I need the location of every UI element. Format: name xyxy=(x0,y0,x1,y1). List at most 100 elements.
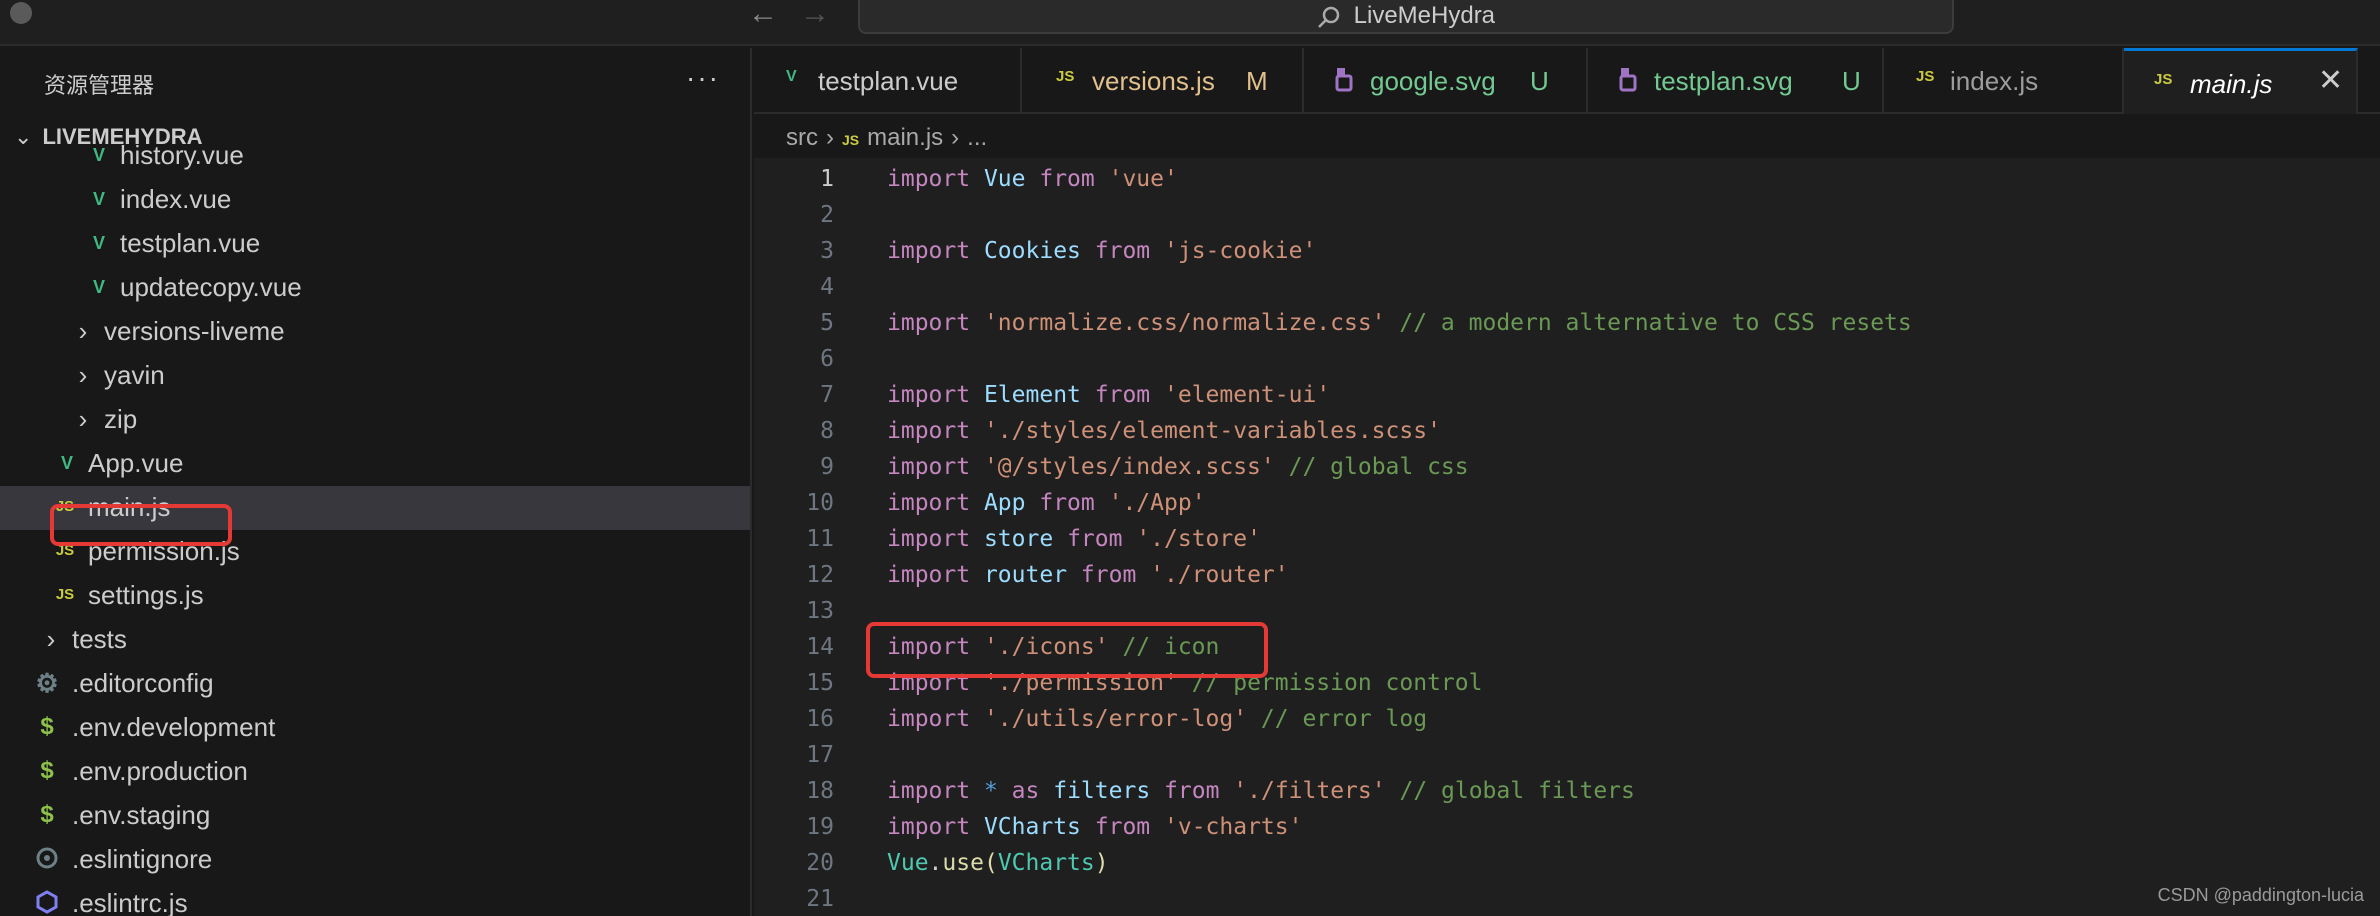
tree-item-label: .eslintignore xyxy=(72,844,213,874)
tab-label: main.js xyxy=(2190,69,2273,99)
code-line: import Cookies from 'js-cookie' xyxy=(887,238,1317,264)
tree-item-testplan-vue[interactable]: V testplan.vue xyxy=(0,222,750,266)
code-editor[interactable]: 1 2 3 4 5 6 7 8 9 10 11 12 13 14 15 16 1… xyxy=(754,158,2380,916)
breadcrumb-folder[interactable]: src xyxy=(786,124,818,151)
tree-item-label: history.vue xyxy=(120,140,244,170)
highlight-box xyxy=(866,622,1268,678)
line-number: 16 xyxy=(806,706,834,732)
title-bar: ← → LiveMeHydra xyxy=(0,0,2380,46)
tree-folder-zip[interactable]: › zip xyxy=(0,398,750,442)
code-line: import Element from 'element-ui' xyxy=(887,382,1331,408)
tree-item-settings-js[interactable]: JS settings.js xyxy=(0,574,750,618)
untracked-badge: U xyxy=(1842,66,1861,96)
line-number: 3 xyxy=(820,238,834,264)
code-line: import VCharts from 'v-charts' xyxy=(887,814,1303,840)
tree-item-label: versions-liveme xyxy=(104,316,285,346)
forward-arrow-icon[interactable]: → xyxy=(800,0,830,29)
tab-main-js[interactable]: JS main.js ✕ xyxy=(2124,48,2358,114)
tree-item-history-vue[interactable]: V history.vue xyxy=(0,134,750,178)
line-number: 12 xyxy=(806,562,834,588)
svg-file-icon xyxy=(1334,66,1360,97)
explorer-title: 资源管理器 xyxy=(44,73,155,98)
tab-index-js[interactable]: JS index.js xyxy=(1884,48,2124,114)
tree-item-env-production[interactable]: $ .env.production xyxy=(0,750,750,794)
vue-icon: V xyxy=(92,145,105,165)
js-icon: JS xyxy=(55,586,75,603)
tab-testplan-vue[interactable]: V testplan.vue xyxy=(754,48,1022,114)
line-number: 1 xyxy=(820,166,834,192)
line-number: 14 xyxy=(806,634,834,660)
chevron-right-icon: › xyxy=(826,124,834,151)
line-number: 18 xyxy=(806,778,834,804)
tree-folder-tests[interactable]: › tests xyxy=(0,618,750,662)
tree-item-updatecopy-vue[interactable]: V updatecopy.vue xyxy=(0,266,750,310)
js-icon: JS xyxy=(1916,68,1935,85)
code-line: import './utils/error-log' // error log xyxy=(887,706,1428,732)
line-number: 19 xyxy=(806,814,834,840)
line-number: 6 xyxy=(820,346,834,372)
tab-versions-js[interactable]: JS versions.js M xyxy=(1022,48,1304,114)
back-arrow-icon[interactable]: ← xyxy=(748,0,778,29)
untracked-badge: U xyxy=(1530,66,1549,96)
code-line: import 'normalize.css/normalize.css' // … xyxy=(887,310,1912,336)
tree-item-label: zip xyxy=(104,404,138,434)
window-control-button[interactable] xyxy=(10,2,32,24)
tree-folder-versions-liveme[interactable]: › versions-liveme xyxy=(0,310,750,354)
line-number: 9 xyxy=(820,454,834,480)
tree-item-label: .env.staging xyxy=(72,800,211,830)
line-number: 7 xyxy=(820,382,834,408)
tab-google-svg[interactable]: google.svg U xyxy=(1304,48,1588,114)
tab-testplan-svg[interactable]: testplan.svg U xyxy=(1588,48,1884,114)
tree-item-label: App.vue xyxy=(88,448,184,478)
breadcrumb-file[interactable]: main.js xyxy=(867,124,943,151)
line-number: 17 xyxy=(806,742,834,768)
search-icon xyxy=(1318,6,1340,28)
tree-item-env-staging[interactable]: $ .env.staging xyxy=(0,794,750,838)
dollar-icon: $ xyxy=(40,713,54,740)
tree-folder-yavin[interactable]: › yavin xyxy=(0,354,750,398)
code-line: import router from './router' xyxy=(887,562,1289,588)
code-line: import store from './store' xyxy=(887,526,1261,552)
tree-item-label: tests xyxy=(72,624,127,654)
tree-item-label: index.vue xyxy=(120,184,232,214)
more-actions-icon[interactable]: ··· xyxy=(686,62,720,94)
chevron-right-icon: › xyxy=(951,124,960,151)
code-line: import Vue from 'vue' xyxy=(887,166,1178,192)
vue-icon: V xyxy=(92,277,105,297)
line-number: 5 xyxy=(820,310,834,336)
js-icon: JS xyxy=(1056,68,1075,85)
tree-item-eslintignore[interactable]: .eslintignore xyxy=(0,838,750,882)
eslint-icon xyxy=(34,846,60,872)
tree-item-label: settings.js xyxy=(88,580,204,610)
chevron-right-icon: › xyxy=(46,624,56,654)
tree-item-label: .env.development xyxy=(72,712,276,742)
tree-item-eslintrc-js[interactable]: .eslintrc.js xyxy=(0,882,750,916)
breadcrumb: src › JS main.js ›... xyxy=(786,124,987,152)
tab-label: index.js xyxy=(1950,66,2039,96)
tab-label: versions.js xyxy=(1092,66,1215,96)
breadcrumb-more[interactable]: ... xyxy=(967,124,987,151)
tree-item-label: testplan.vue xyxy=(120,228,261,258)
code-line: import './styles/element-variables.scss' xyxy=(887,418,1441,444)
highlight-box xyxy=(50,504,232,546)
line-number: 8 xyxy=(820,418,834,444)
tree-item-env-development[interactable]: $ .env.development xyxy=(0,706,750,750)
tree-item-app-vue[interactable]: V App.vue xyxy=(0,442,750,486)
code-line: import '@/styles/index.scss' // global c… xyxy=(887,454,1469,480)
dollar-icon: $ xyxy=(40,801,54,828)
tab-label: testplan.svg xyxy=(1654,66,1793,96)
tree-item-label: yavin xyxy=(104,360,165,390)
gear-icon: ⚙ xyxy=(35,668,59,698)
dollar-icon: $ xyxy=(40,757,54,784)
window-title: LiveMeHydra xyxy=(1353,2,1496,29)
close-tab-icon[interactable]: ✕ xyxy=(2318,63,2343,98)
svg-file-icon xyxy=(1618,66,1644,97)
tree-item-editorconfig[interactable]: ⚙ .editorconfig xyxy=(0,662,750,706)
command-center-search[interactable]: LiveMeHydra xyxy=(858,0,1954,34)
tree-item-index-vue[interactable]: V index.vue xyxy=(0,178,750,222)
js-icon: JS xyxy=(2154,71,2173,88)
explorer-sidebar: 资源管理器 ··· ⌄ LIVEMEHYDRA V history.vue V i… xyxy=(0,48,752,916)
code-line: import App from './App' xyxy=(887,490,1206,516)
tree-item-label: .eslintrc.js xyxy=(72,888,188,916)
editor-tabs: V testplan.vue JS versions.js M google.s… xyxy=(754,48,2380,114)
